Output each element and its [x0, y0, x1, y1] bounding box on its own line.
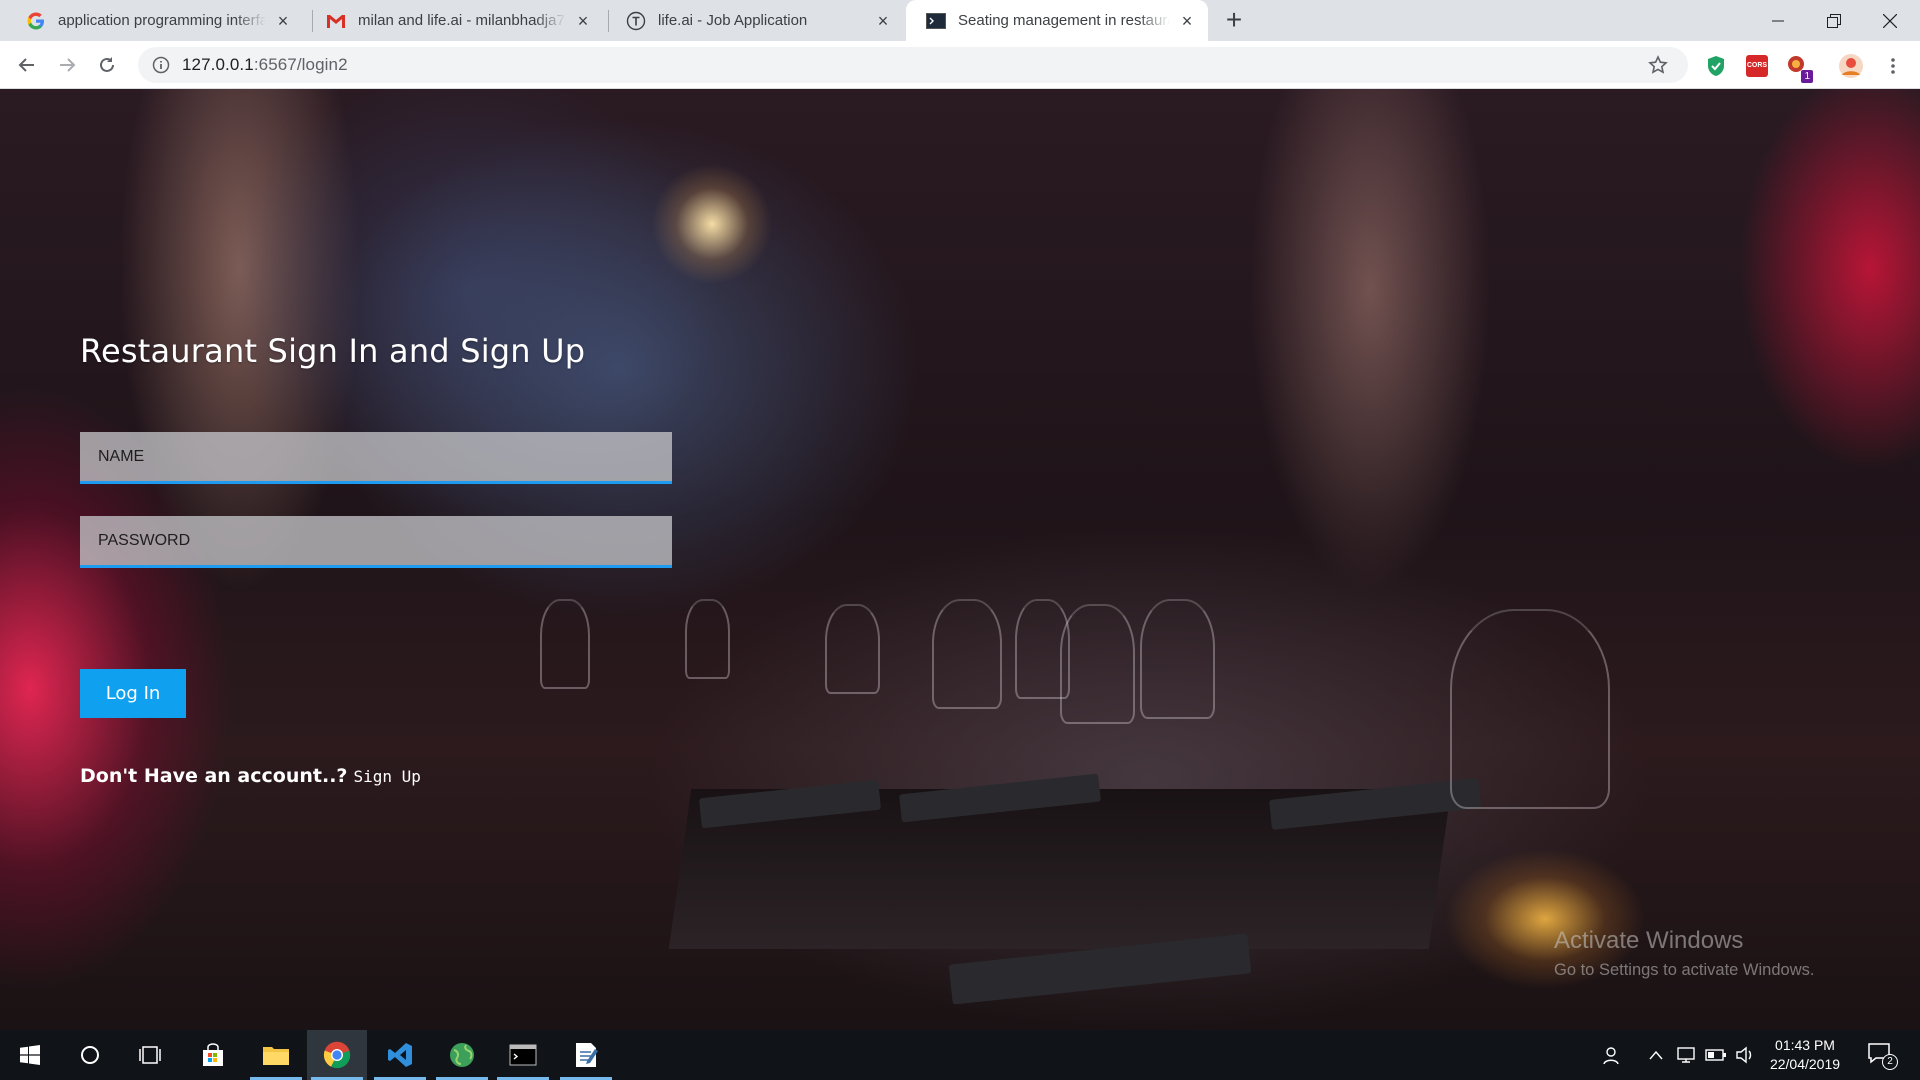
star-icon[interactable]: [1648, 55, 1668, 75]
globe-app-icon[interactable]: [432, 1030, 492, 1080]
url-text: 127.0.0.1:6567/login2: [182, 55, 348, 75]
address-bar[interactable]: 127.0.0.1:6567/login2: [138, 47, 1688, 83]
minimize-button[interactable]: [1750, 0, 1806, 41]
wine-glass-shape: [1450, 609, 1610, 809]
cmd-icon[interactable]: [493, 1030, 553, 1080]
task-view-icon[interactable]: [120, 1030, 180, 1080]
signup-prompt-row: Don't Have an account..? Sign Up: [80, 765, 421, 787]
wine-glass-shape: [1060, 604, 1135, 724]
arrow-right-icon: [60, 58, 76, 72]
wine-glass-shape: [1140, 599, 1215, 719]
activate-windows-watermark: Activate Windows Go to Settings to activ…: [1554, 927, 1814, 980]
name-input[interactable]: [80, 432, 672, 484]
wine-glass-shape: [825, 604, 880, 694]
browser-titlebar: application programming interfa × milan …: [0, 0, 1920, 41]
close-icon[interactable]: ×: [574, 12, 592, 30]
chrome-icon[interactable]: [307, 1030, 367, 1080]
tab-seating-management[interactable]: Seating management in restaura ×: [906, 0, 1208, 41]
wine-glass-shape: [540, 599, 590, 689]
vscode-icon[interactable]: [370, 1030, 430, 1080]
signup-prompt: Don't Have an account..?: [80, 765, 348, 787]
wine-glass-shape: [685, 599, 730, 679]
restaurant-background: Restaurant Sign In and Sign Up Log In Do…: [0, 89, 1920, 1030]
cors-label: CORS: [1746, 55, 1768, 77]
tab-title: application programming interfa: [58, 12, 266, 29]
url-path: :6567/login2: [253, 55, 348, 74]
notification-count: 2: [1882, 1054, 1898, 1070]
adblock-shield-icon[interactable]: [1703, 53, 1729, 79]
tab-api[interactable]: application programming interfa ×: [6, 0, 304, 41]
extension-badge-icon[interactable]: 1: [1785, 53, 1813, 83]
restore-icon: [1827, 13, 1841, 28]
windows-taskbar: 01:43 PM 22/04/2019 2: [0, 1030, 1920, 1080]
terminal-icon: [926, 11, 946, 31]
back-button[interactable]: [12, 50, 42, 80]
tab-gmail[interactable]: milan and life.ai - milanbhadja79 ×: [306, 0, 604, 41]
clock-date: 22/04/2019: [1769, 1056, 1841, 1072]
close-icon[interactable]: ×: [1178, 12, 1196, 30]
action-center-icon[interactable]: 2: [1866, 1040, 1898, 1070]
chevron-up-icon[interactable]: [1645, 1045, 1667, 1065]
clock-time: 01:43 PM: [1775, 1037, 1835, 1053]
browser-toolbar: 127.0.0.1:6567/login2 CORS 1: [0, 41, 1920, 89]
new-tab-button[interactable]: +: [1219, 5, 1249, 35]
tab-job-application[interactable]: life.ai - Job Application ×: [606, 0, 904, 41]
windows-start-icon[interactable]: [0, 1030, 60, 1080]
profile-avatar-icon[interactable]: [1838, 53, 1864, 79]
cors-icon[interactable]: CORS: [1744, 53, 1770, 79]
typeform-icon: [626, 11, 646, 31]
signup-link[interactable]: Sign Up: [353, 767, 420, 786]
close-icon[interactable]: ×: [274, 12, 292, 30]
watermark-subtitle: Go to Settings to activate Windows.: [1554, 961, 1815, 979]
password-input[interactable]: [80, 516, 672, 568]
battery-icon[interactable]: [1705, 1045, 1727, 1065]
login-button[interactable]: Log In: [80, 669, 186, 718]
forward-button[interactable]: [52, 50, 82, 80]
page-title: Restaurant Sign In and Sign Up: [80, 332, 586, 370]
info-icon[interactable]: [152, 56, 170, 74]
file-explorer-icon[interactable]: [246, 1030, 306, 1080]
gmail-icon: [326, 11, 346, 31]
badge-count: 1: [1801, 70, 1813, 83]
reload-button[interactable]: [92, 50, 122, 80]
reload-icon: [100, 57, 114, 72]
arrow-left-icon: [18, 58, 34, 72]
menu-kebab-icon[interactable]: [1880, 53, 1906, 79]
wine-glass-shape: [932, 599, 1002, 709]
cortana-icon[interactable]: [60, 1030, 120, 1080]
store-icon[interactable]: [183, 1030, 243, 1080]
minimize-icon: [1772, 20, 1784, 21]
tab-title: life.ai - Job Application: [658, 12, 808, 29]
notepad-icon[interactable]: [556, 1030, 616, 1080]
network-icon[interactable]: [1675, 1045, 1697, 1065]
google-g-icon: [26, 11, 46, 31]
tab-title: milan and life.ai - milanbhadja79: [358, 12, 566, 29]
close-icon[interactable]: ×: [874, 12, 892, 30]
close-window-button[interactable]: [1862, 0, 1918, 41]
url-host: 127.0.0.1: [182, 55, 254, 74]
tab-title: Seating management in restaura: [958, 12, 1170, 29]
close-icon: [1883, 13, 1897, 28]
people-icon[interactable]: [1600, 1045, 1622, 1065]
watermark-title: Activate Windows: [1554, 927, 1744, 954]
volume-icon[interactable]: [1734, 1045, 1756, 1065]
system-clock[interactable]: 01:43 PM 22/04/2019: [1762, 1036, 1848, 1074]
restore-button[interactable]: [1806, 0, 1862, 41]
